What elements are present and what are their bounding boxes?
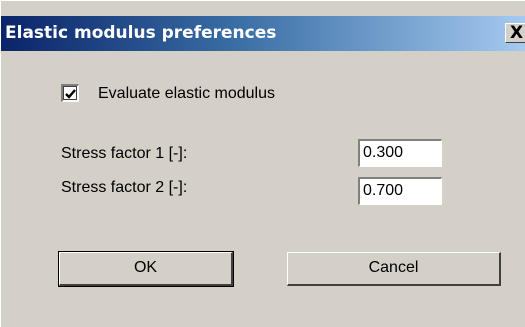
close-button[interactable]: X bbox=[505, 23, 525, 43]
ok-button[interactable]: OK bbox=[58, 251, 234, 287]
title-bar[interactable]: Elastic modulus preferences X bbox=[1, 16, 525, 51]
stress-factor-1-input[interactable]: 0.300 bbox=[358, 139, 442, 167]
stress-factor-2-label: Stress factor 2 [-]: bbox=[61, 179, 188, 196]
cancel-button[interactable]: Cancel bbox=[287, 252, 501, 286]
stress-factor-2-input[interactable]: 0.700 bbox=[358, 177, 442, 205]
dialog-title: Elastic modulus preferences bbox=[5, 23, 277, 43]
checkmark-icon bbox=[65, 89, 76, 99]
evaluate-label[interactable]: Evaluate elastic modulus bbox=[98, 84, 275, 104]
evaluate-checkbox[interactable] bbox=[61, 84, 79, 102]
close-icon: X bbox=[510, 23, 524, 43]
stress-factor-1-label: Stress factor 1 [-]: bbox=[61, 145, 188, 162]
dialog-window: Elastic modulus preferences X Evaluate e… bbox=[0, 0, 525, 327]
